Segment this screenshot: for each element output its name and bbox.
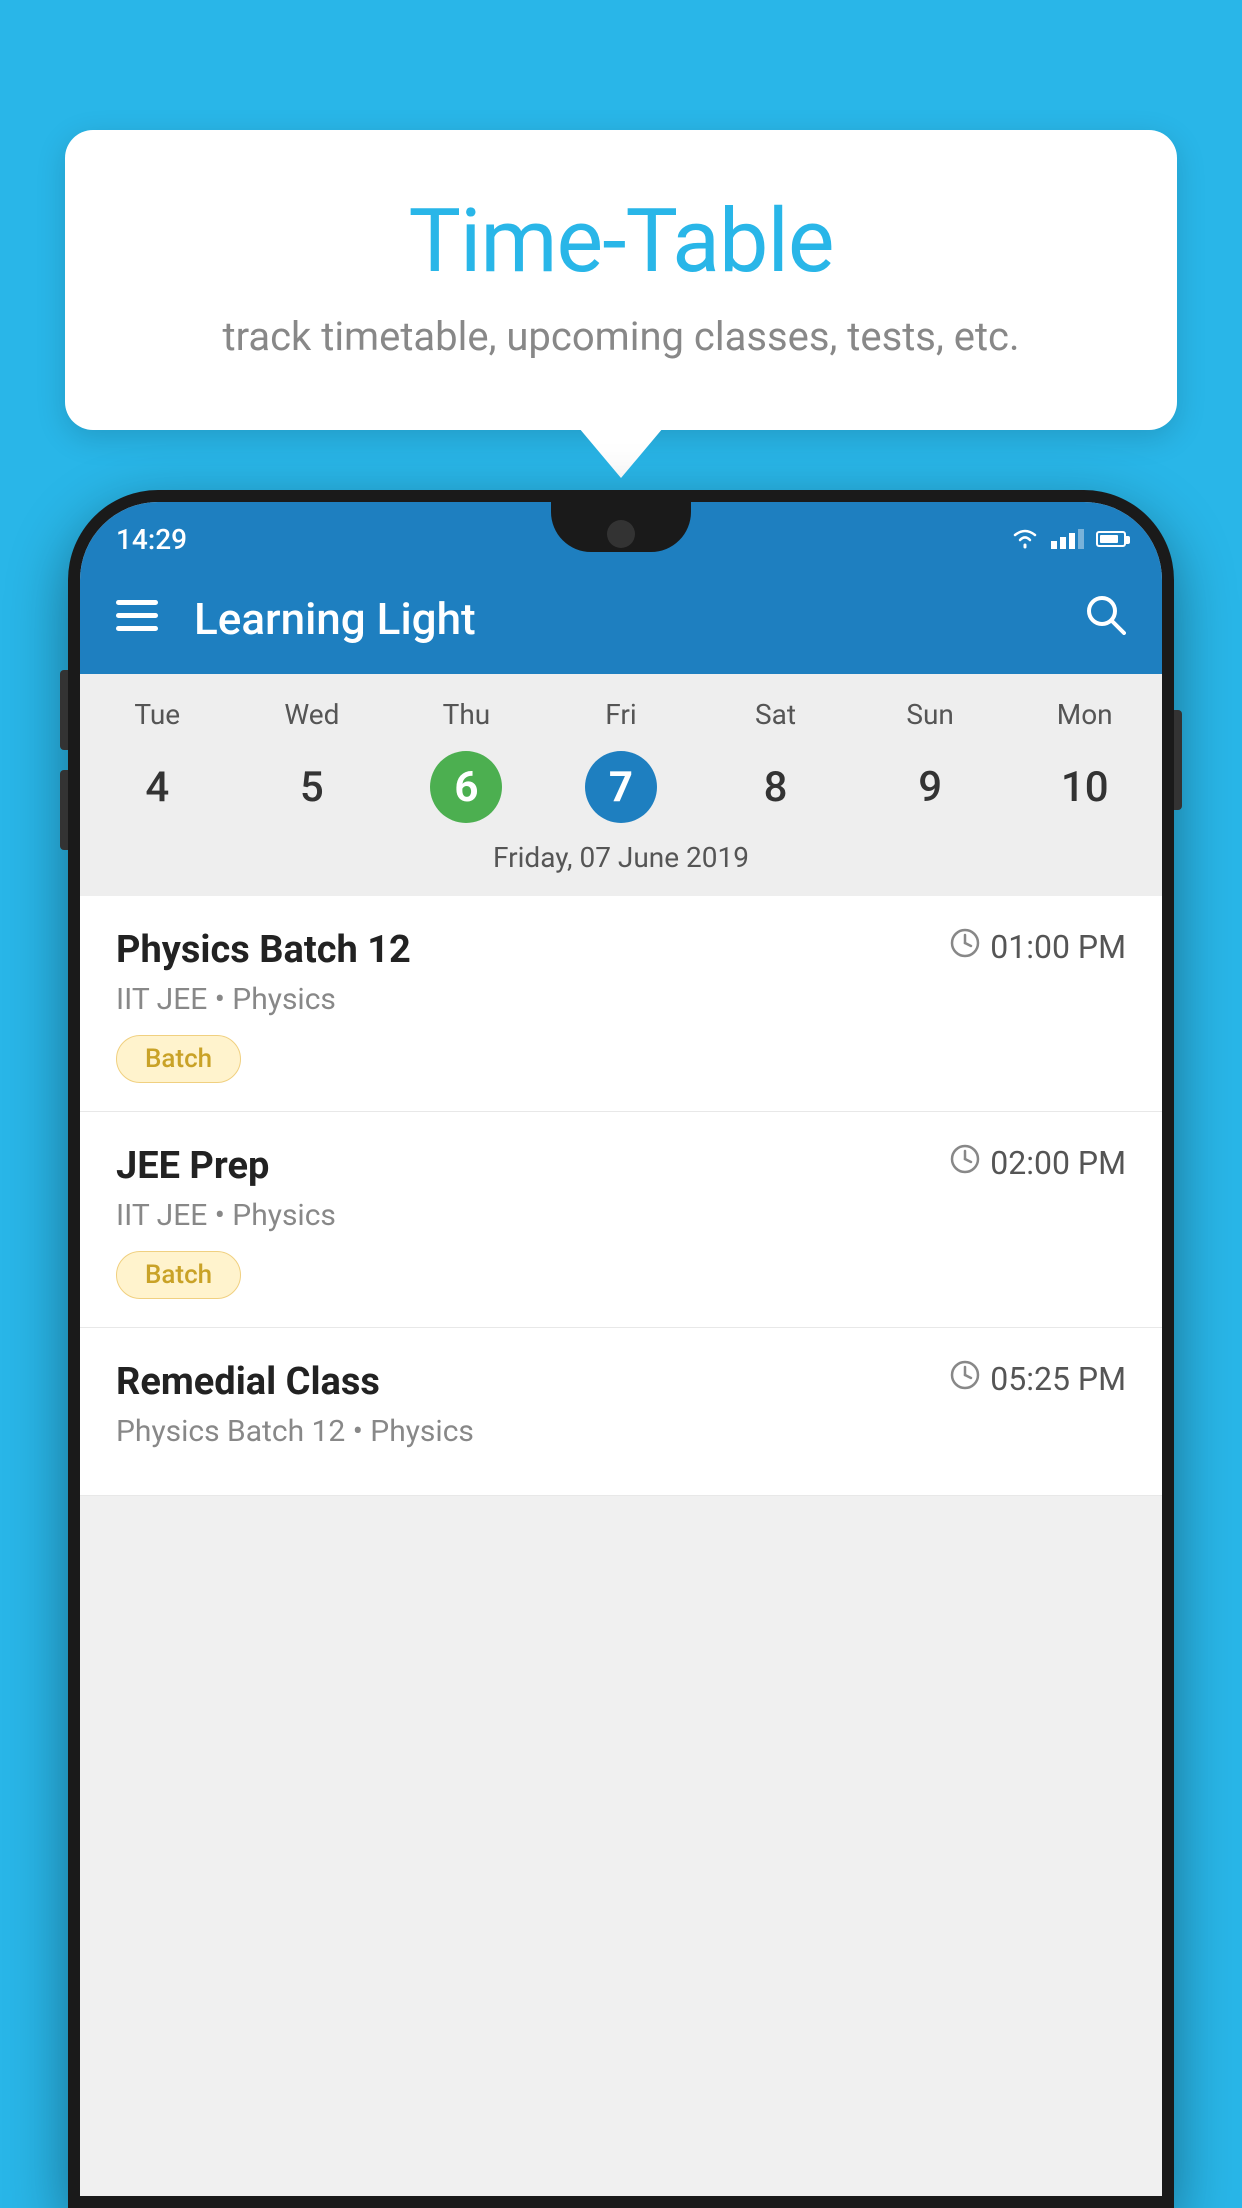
power-button (1174, 710, 1182, 810)
calendar-strip: Tue Wed Thu Fri Sat Sun Mon 4 5 6 7 8 9 … (80, 674, 1162, 896)
schedule-time-1: 01:00 PM (950, 928, 1126, 966)
status-icons (1011, 528, 1126, 550)
schedule-meta-2: IIT JEE • Physics (116, 1198, 1126, 1233)
phone-screen: 14:29 (80, 502, 1162, 2196)
day-7-selected[interactable]: 7 (585, 751, 657, 823)
schedule-list: Physics Batch 12 01:00 PM IIT JEE • Phys… (80, 896, 1162, 1496)
search-icon[interactable] (1084, 593, 1126, 646)
day-10[interactable]: 10 (1007, 747, 1162, 827)
day-header-tue: Tue (80, 698, 235, 731)
battery-icon (1096, 531, 1126, 547)
selected-date-label: Friday, 07 June 2019 (80, 827, 1162, 880)
app-bar: Learning Light (80, 564, 1162, 674)
clock-icon-3 (950, 1360, 980, 1398)
day-headers: Tue Wed Thu Fri Sat Sun Mon (80, 698, 1162, 731)
batch-badge-2: Batch (116, 1251, 241, 1299)
schedule-name-2: JEE Prep (116, 1144, 269, 1188)
schedule-meta-1: IIT JEE • Physics (116, 982, 1126, 1017)
vol-down-button (60, 770, 68, 850)
wifi-icon (1011, 528, 1039, 550)
vol-up-button (60, 670, 68, 750)
day-header-thu: Thu (389, 698, 544, 731)
day-5[interactable]: 5 (235, 747, 390, 827)
batch-badge-1: Batch (116, 1035, 241, 1083)
day-header-sat: Sat (698, 698, 853, 731)
day-header-sun: Sun (853, 698, 1008, 731)
phone-frame: 14:29 (68, 490, 1174, 2208)
schedule-item-top-3: Remedial Class 05:25 PM (116, 1360, 1126, 1404)
schedule-time-3: 05:25 PM (950, 1360, 1126, 1398)
signal-icon (1051, 529, 1084, 549)
day-9[interactable]: 9 (853, 747, 1008, 827)
day-header-fri: Fri (544, 698, 699, 731)
status-time: 14:29 (116, 523, 187, 556)
schedule-name-3: Remedial Class (116, 1360, 380, 1404)
day-header-mon: Mon (1007, 698, 1162, 731)
schedule-meta-3: Physics Batch 12 • Physics (116, 1414, 1126, 1449)
day-6-today[interactable]: 6 (430, 751, 502, 823)
clock-icon-2 (950, 1144, 980, 1182)
day-4[interactable]: 4 (80, 747, 235, 827)
schedule-time-2: 02:00 PM (950, 1144, 1126, 1182)
schedule-item-3[interactable]: Remedial Class 05:25 PM Physics Batch 12… (80, 1328, 1162, 1496)
schedule-item-1[interactable]: Physics Batch 12 01:00 PM IIT JEE • Phys… (80, 896, 1162, 1112)
phone-notch (551, 502, 691, 552)
clock-icon-1 (950, 928, 980, 966)
app-title: Learning Light (194, 593, 1048, 645)
day-numbers: 4 5 6 7 8 9 10 (80, 747, 1162, 827)
tooltip-title: Time-Table (145, 190, 1097, 293)
day-header-wed: Wed (235, 698, 390, 731)
tooltip-subtitle: track timetable, upcoming classes, tests… (145, 313, 1097, 360)
schedule-item-top-2: JEE Prep 02:00 PM (116, 1144, 1126, 1188)
day-8[interactable]: 8 (698, 747, 853, 827)
schedule-name-1: Physics Batch 12 (116, 928, 411, 972)
tooltip-card: Time-Table track timetable, upcoming cla… (65, 130, 1177, 430)
schedule-item-top-1: Physics Batch 12 01:00 PM (116, 928, 1126, 972)
hamburger-menu-icon[interactable] (116, 599, 158, 639)
front-camera (607, 520, 635, 548)
schedule-item-2[interactable]: JEE Prep 02:00 PM IIT JEE • Physics (80, 1112, 1162, 1328)
